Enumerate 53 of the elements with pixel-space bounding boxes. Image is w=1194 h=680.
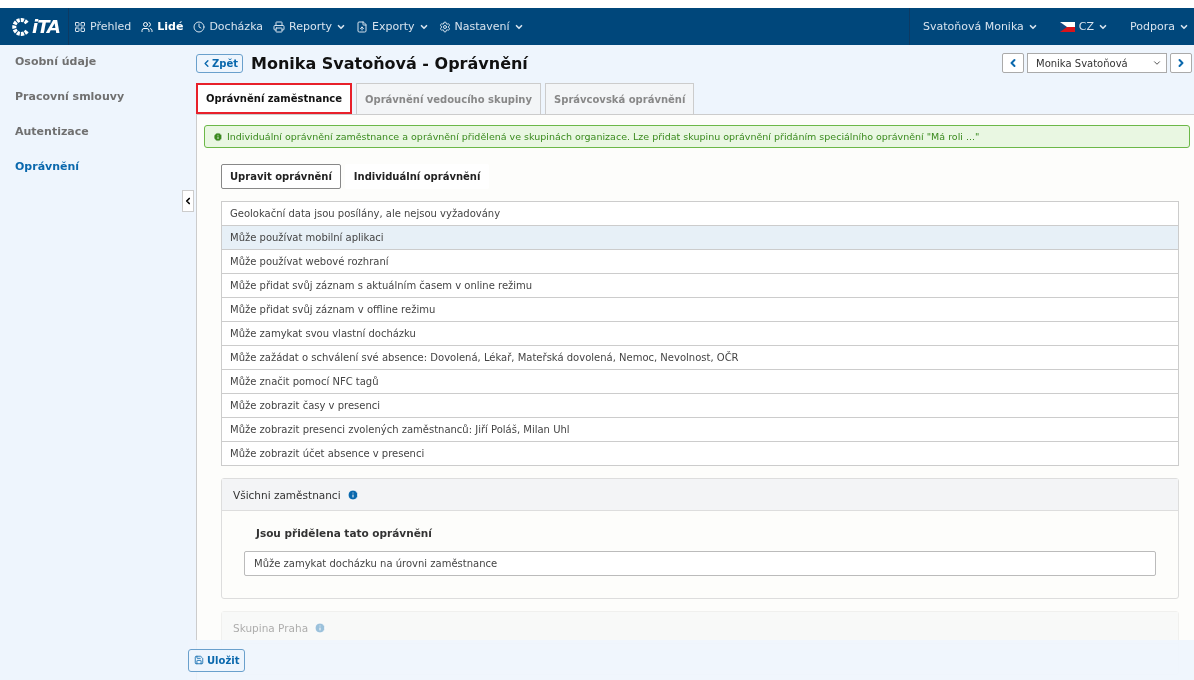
caret-icon (1152, 58, 1162, 68)
permission-row[interactable]: Může používat mobilní aplikaci (222, 226, 1178, 250)
employee-select[interactable]: Monika Svatoňová (1027, 53, 1167, 73)
save-icon (194, 655, 204, 665)
tab[interactable]: Oprávnění zaměstnance (196, 83, 352, 114)
logo-text: iTA (32, 16, 60, 37)
alert-text: Individuální oprávnění zaměstnance a oprávnění přidělená ve skupinách organizace. Lze přidat skupinu oprávnění přidáním speciálního oprávnění "Má roli ..." (227, 131, 980, 142)
permission-field: Může zamykat docházku na úrovni zaměstnance (244, 551, 1156, 576)
permission-row[interactable]: Může přidat svůj záznam v offline režimu (222, 298, 1178, 322)
nav-menu-item[interactable]: Přehled (69, 20, 137, 33)
flag-icon (1059, 21, 1075, 32)
user-menu[interactable]: Svatoňová Monika (917, 20, 1043, 33)
support-menu[interactable]: Podpora (1125, 20, 1194, 33)
ring-logo-icon (12, 17, 30, 36)
permission-row[interactable]: Může zamykat svou vlastní docházku (222, 322, 1178, 346)
info-icon (213, 131, 223, 142)
sidebar-item[interactable]: Autentizace (15, 125, 188, 138)
sidebar-item[interactable]: Oprávnění (15, 160, 188, 173)
permission-row[interactable]: Může používat webové rozhraní (222, 250, 1178, 274)
permission-row[interactable]: Může přidat svůj záznam s aktuálním časem v online režimu (222, 274, 1178, 298)
next-button[interactable] (1170, 53, 1192, 73)
group-subtitle: Jsou přidělena tato oprávnění (254, 527, 433, 539)
nav-menu-item[interactable]: Exporty (351, 20, 434, 33)
permission-row[interactable]: Může zažádat o schválení své absence: Dovolená, Lékař, Mateřská dovolená, Nemoc, Nevolnost, OČR (222, 346, 1178, 370)
grid-icon (74, 20, 86, 33)
subtab[interactable]: Individuální oprávnění (344, 164, 490, 189)
settings-icon (438, 20, 451, 33)
permission-row[interactable]: Geolokační data jsou posílány, ale nejsou vyžadovány (222, 202, 1178, 226)
permission-row[interactable]: Může zobrazit časy v presenci (222, 394, 1178, 418)
subtab[interactable]: Upravit oprávnění (221, 164, 341, 189)
printer-icon (273, 20, 286, 33)
save-button[interactable]: Uložit (188, 648, 246, 672)
permission-row[interactable]: Může zobrazit účet absence v presenci (222, 442, 1178, 466)
file-upload-icon (356, 20, 369, 33)
nav-menu-item[interactable]: Reporty (268, 20, 352, 33)
previous-button[interactable] (1002, 53, 1024, 73)
permission-row[interactable]: Může zobrazit presenci zvolených zaměstnanců: Jiří Poláš, Milan Uhl (222, 418, 1178, 442)
language-menu[interactable]: CZ (1054, 20, 1114, 33)
page-title: Monika Svatoňová - Oprávnění (251, 53, 528, 73)
back-button[interactable]: Zpět (196, 53, 243, 73)
sidebar-item[interactable]: Pracovní smlouvy (15, 90, 188, 103)
collapse-sidebar-button[interactable] (182, 190, 194, 212)
permission-row[interactable]: Může značit pomocí NFC tagů (222, 370, 1178, 394)
users-icon (141, 20, 154, 33)
nav-menu-item[interactable]: Nastavení (433, 20, 529, 33)
nav-menu-item[interactable]: Docházka (188, 20, 269, 33)
info-icon[interactable] (346, 488, 359, 501)
clock-icon (193, 20, 206, 33)
sidebar-item[interactable]: Osobní údaje (15, 55, 188, 68)
group-title: Všichni zaměstnanci (233, 488, 341, 501)
group-title: Skupina Praha (233, 621, 309, 634)
nav-menu-item[interactable]: Lidé (136, 20, 189, 33)
chevron-left-icon (183, 196, 193, 206)
